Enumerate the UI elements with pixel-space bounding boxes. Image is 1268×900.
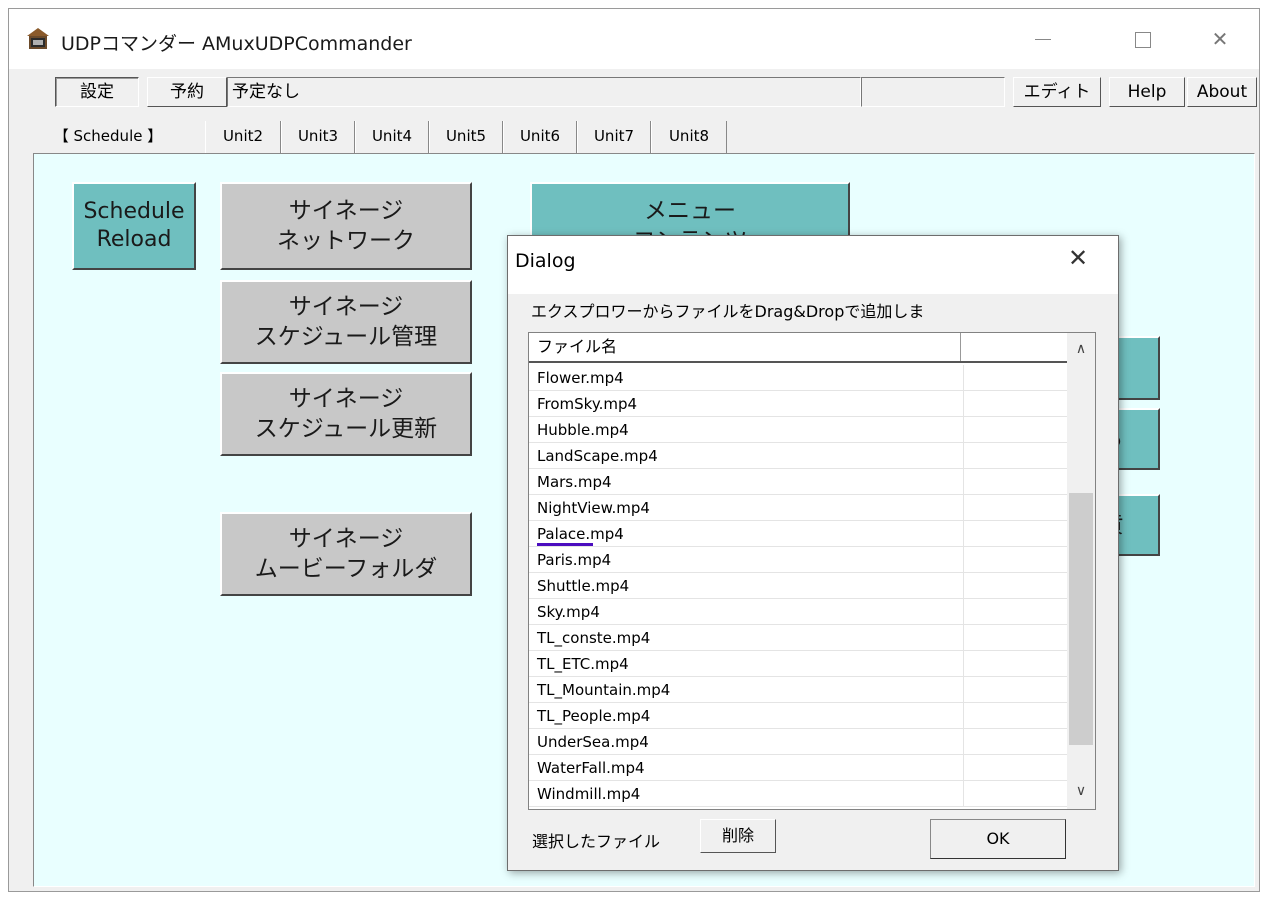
file-dialog: Dialog ✕ エクスプロワーからファイルをDrag&Dropで追加しま ファ… <box>507 235 1119 871</box>
ok-button[interactable]: OK <box>930 819 1066 859</box>
maximize-button[interactable] <box>1121 19 1167 59</box>
scroll-thumb[interactable] <box>1069 493 1093 745</box>
edit-button[interactable]: エディト <box>1013 77 1101 107</box>
list-item[interactable]: TL_conste.mp4 <box>529 625 1067 651</box>
about-button[interactable]: About <box>1187 77 1257 107</box>
list-item[interactable]: Sky.mp4 <box>529 599 1067 625</box>
dialog-instruction: エクスプロワーからファイルをDrag&Dropで追加しま <box>531 302 925 321</box>
app-icon <box>27 28 49 49</box>
dialog-title-bar[interactable]: Dialog ✕ <box>508 236 1118 294</box>
list-item[interactable]: Mars.mp4 <box>529 469 1067 495</box>
column-header-filename[interactable]: ファイル名 <box>529 333 961 361</box>
selected-file-label: 選択したファイル <box>532 832 661 851</box>
scroll-down-icon[interactable]: ∨ <box>1067 779 1095 803</box>
title-bar[interactable]: UDPコマンダー AMuxUDPCommander ✕ <box>9 9 1259 69</box>
file-list-header: ファイル名 <box>529 333 1067 363</box>
list-item[interactable]: Windmill.mp4 <box>529 781 1067 807</box>
dialog-title: Dialog <box>515 250 576 272</box>
list-item[interactable]: Hubble.mp4 <box>529 417 1067 443</box>
file-rows: Flower.mp4 FromSky.mp4 Hubble.mp4 LandSc… <box>529 365 1067 807</box>
settings-button[interactable]: 設定 <box>55 77 139 107</box>
delete-button[interactable]: 削除 <box>700 819 776 853</box>
list-item[interactable]: LandScape.mp4 <box>529 443 1067 469</box>
signage-network-button[interactable]: サイネージ ネットワーク <box>220 182 472 270</box>
list-item[interactable]: Paris.mp4 <box>529 547 1067 573</box>
list-item[interactable]: NightView.mp4 <box>529 495 1067 521</box>
list-item[interactable]: TL_Mountain.mp4 <box>529 677 1067 703</box>
schedule-reload-button[interactable]: Schedule Reload <box>72 182 196 270</box>
signage-schedule-manage-button[interactable]: サイネージ スケジュール管理 <box>220 280 472 364</box>
tab-unit4[interactable]: Unit4 <box>355 121 429 153</box>
signage-movie-folder-button[interactable]: サイネージ ムービーフォルダ <box>220 512 472 596</box>
list-item[interactable]: Shuttle.mp4 <box>529 573 1067 599</box>
help-button[interactable]: Help <box>1109 77 1185 107</box>
tab-unit6[interactable]: Unit6 <box>503 121 577 153</box>
list-item[interactable]: FromSky.mp4 <box>529 391 1067 417</box>
list-item[interactable]: Flower.mp4 <box>529 365 1067 391</box>
list-item[interactable]: TL_ETC.mp4 <box>529 651 1067 677</box>
tab-unit8[interactable]: Unit8 <box>651 121 727 153</box>
list-item[interactable]: WaterFall.mp4 <box>529 755 1067 781</box>
minimize-button[interactable] <box>1021 19 1067 59</box>
dialog-close-icon[interactable]: ✕ <box>1068 244 1088 272</box>
tab-schedule[interactable]: 【 Schedule 】 <box>23 121 193 153</box>
tab-unit3[interactable]: Unit3 <box>281 121 355 153</box>
tab-unit2[interactable]: Unit2 <box>205 121 281 153</box>
schedule-status-field: 予定なし <box>227 77 861 107</box>
close-button[interactable]: ✕ <box>1197 19 1243 59</box>
window-title: UDPコマンダー AMuxUDPCommander <box>61 33 412 55</box>
vertical-scrollbar[interactable]: ∧ ∨ <box>1067 333 1095 809</box>
list-item[interactable]: TL_People.mp4 <box>529 703 1067 729</box>
reserve-button[interactable]: 予約 <box>147 77 227 107</box>
list-item[interactable]: UnderSea.mp4 <box>529 729 1067 755</box>
secondary-status-field <box>861 77 1005 107</box>
tab-unit7[interactable]: Unit7 <box>577 121 651 153</box>
tab-unit5[interactable]: Unit5 <box>429 121 503 153</box>
signage-schedule-update-button[interactable]: サイネージ スケジュール更新 <box>220 372 472 456</box>
spellcheck-underline <box>537 543 593 546</box>
scroll-up-icon[interactable]: ∧ <box>1067 337 1095 361</box>
list-item[interactable]: Palace.mp4 <box>529 521 1067 547</box>
file-list[interactable]: ファイル名 Flower.mp4 FromSky.mp4 Hubble.mp4 … <box>528 332 1096 810</box>
